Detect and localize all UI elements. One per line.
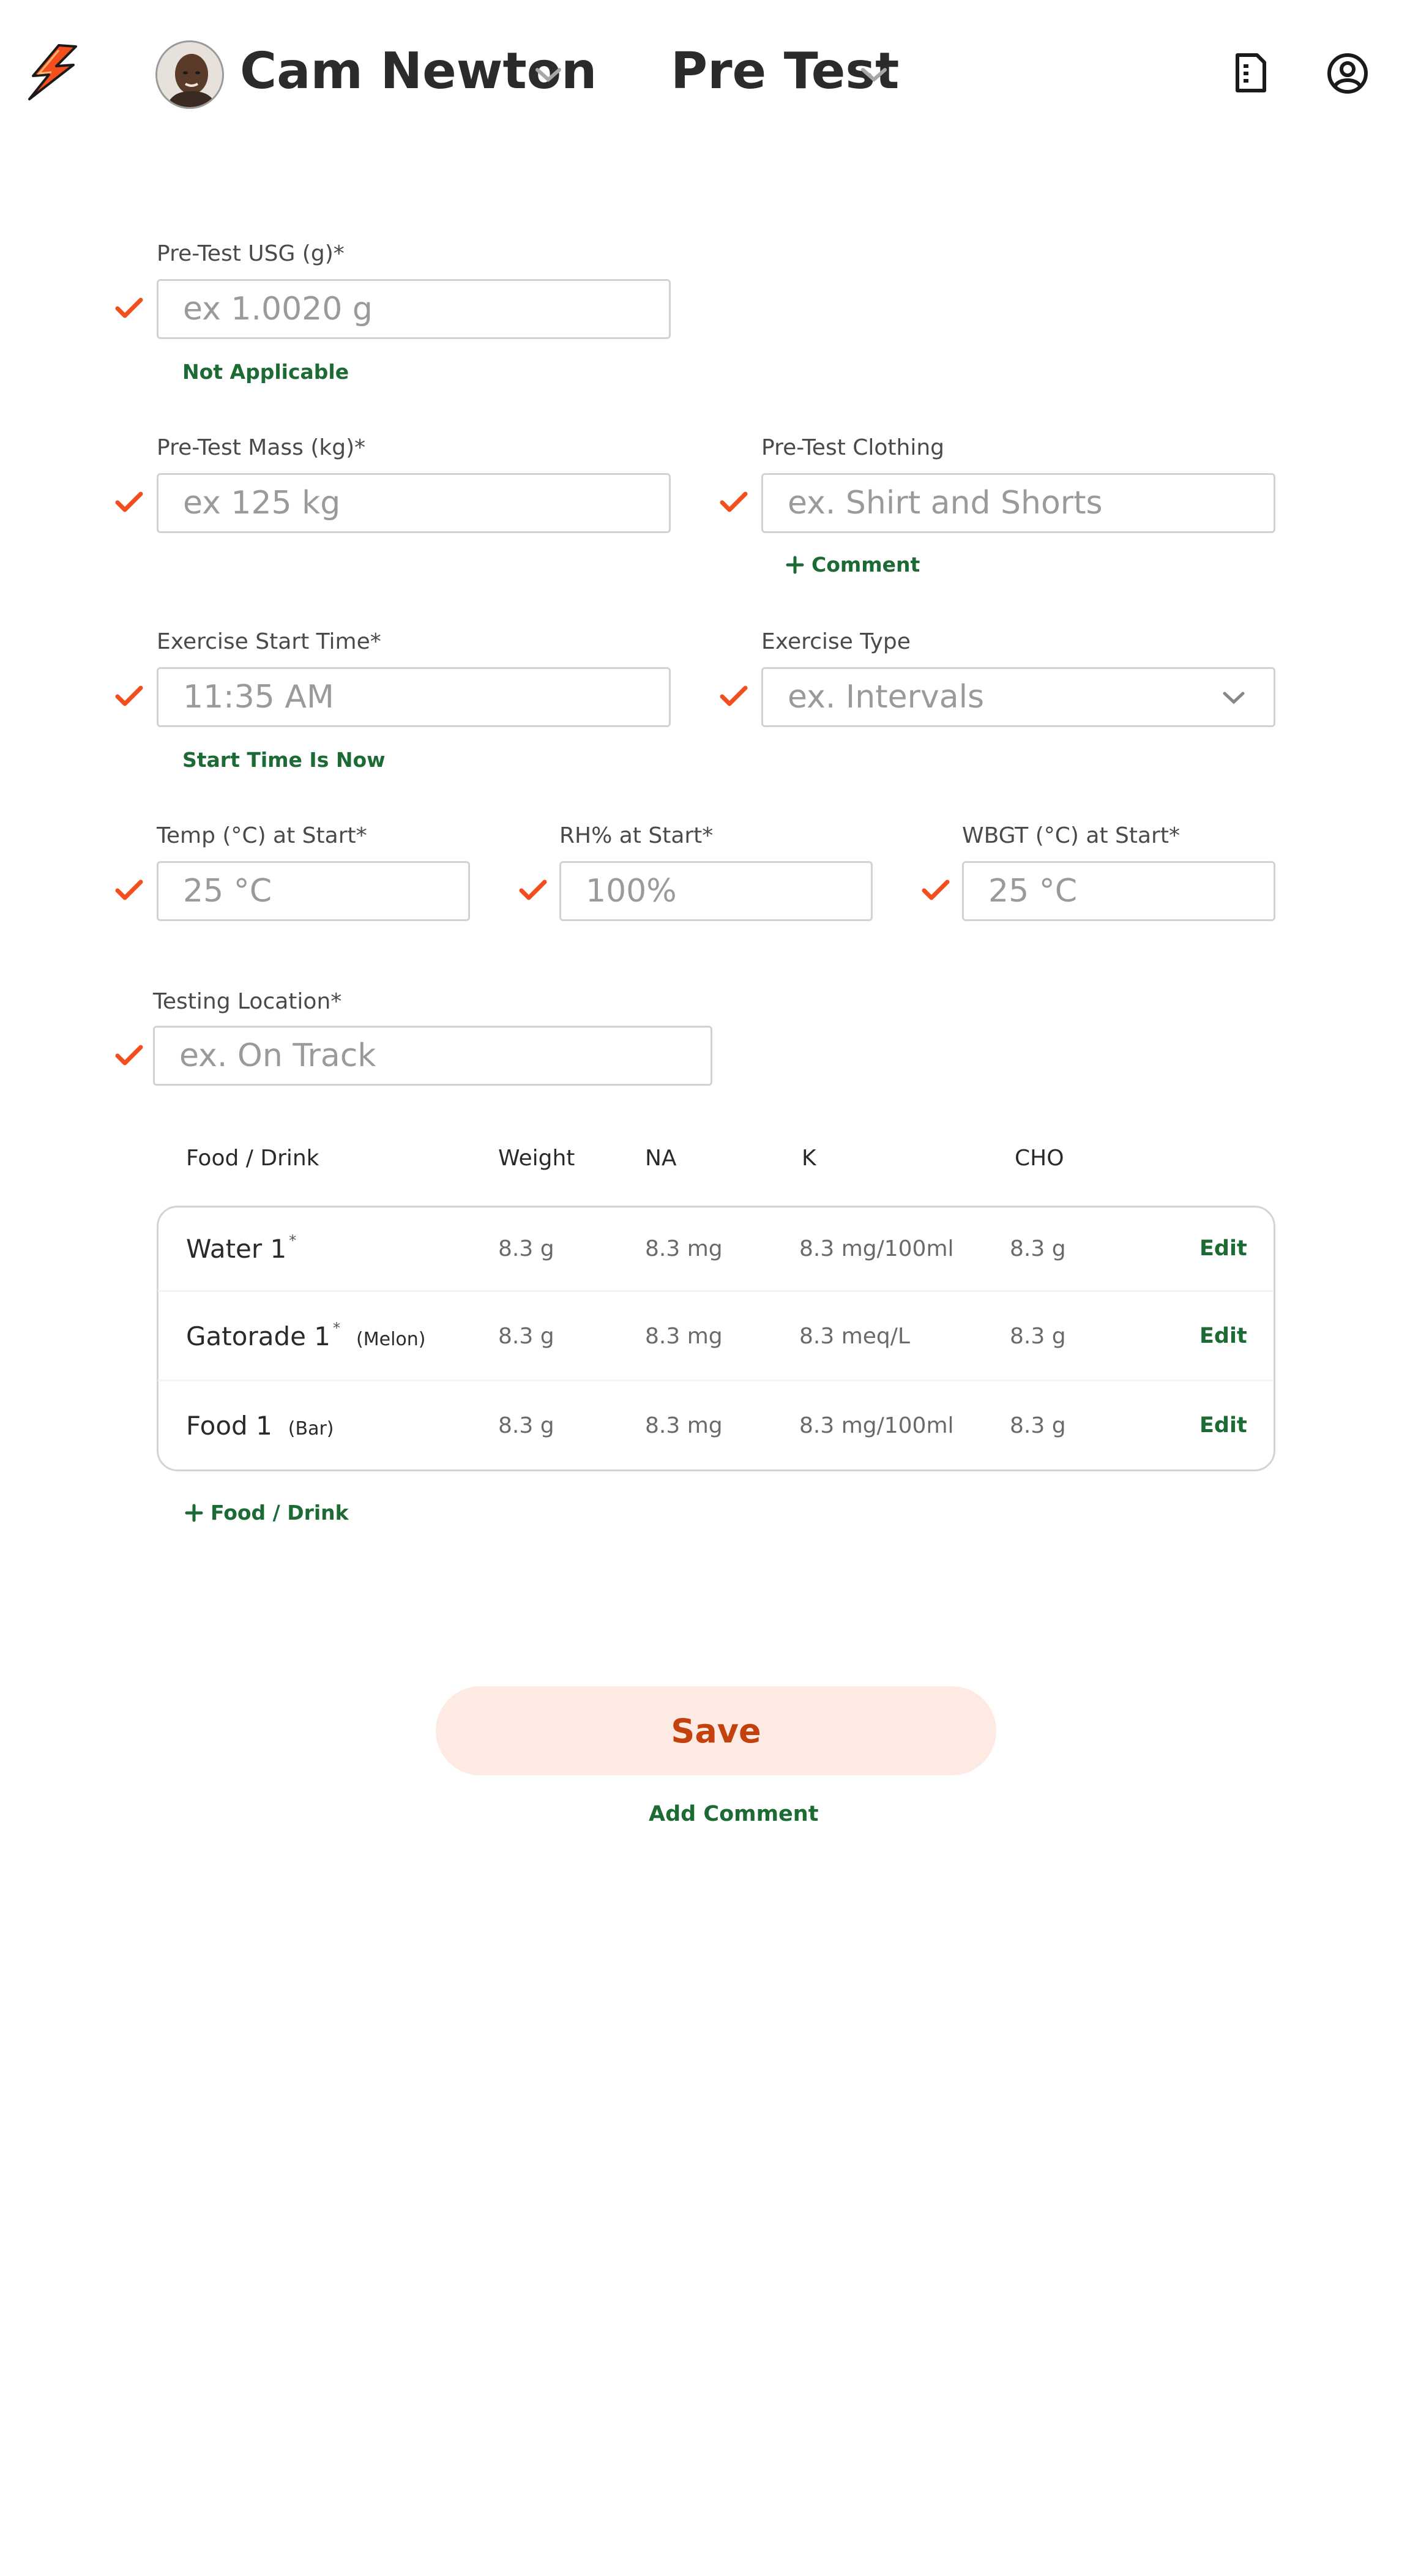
temp-input[interactable]: 25 °C — [157, 861, 470, 921]
exercise-type-label: Exercise Type — [761, 629, 911, 654]
start-time-label: Exercise Start Time* — [157, 629, 381, 654]
mass-label: Pre-Test Mass (kg)* — [157, 435, 366, 460]
checkmark-icon — [519, 879, 547, 900]
plus-icon — [786, 556, 804, 573]
row-weight: 8.3 g — [498, 1413, 554, 1438]
col-cho: CHO — [1015, 1146, 1064, 1171]
gatorade-logo[interactable] — [27, 44, 77, 100]
col-k: K — [802, 1146, 816, 1171]
row-cho: 8.3 g — [1010, 1236, 1066, 1261]
test-type-selector-chevron[interactable] — [859, 65, 889, 87]
chevron-down-icon — [535, 68, 561, 83]
sd-card-icon — [1236, 53, 1266, 92]
save-file-button[interactable] — [1228, 51, 1272, 98]
row-divider — [158, 1290, 1273, 1292]
chevron-down-icon — [861, 68, 887, 83]
col-weight: Weight — [498, 1146, 575, 1171]
edit-row-button[interactable]: Edit — [1199, 1238, 1247, 1260]
wbgt-input[interactable]: 25 °C — [962, 861, 1275, 921]
checkmark-icon — [115, 685, 143, 706]
location-input[interactable]: ex. On Track — [153, 1026, 712, 1086]
start-time-input[interactable]: 11:35 AM — [157, 667, 671, 727]
col-na: NA — [645, 1146, 677, 1171]
exercise-type-select[interactable]: ex. Intervals — [761, 667, 1275, 727]
row-cho: 8.3 g — [1010, 1324, 1066, 1349]
start-time-now-link[interactable]: Start Time Is Now — [182, 750, 386, 770]
row-k: 8.3 mg/100ml — [799, 1413, 954, 1438]
user-circle-icon — [1327, 53, 1368, 94]
row-na: 8.3 mg — [645, 1236, 723, 1261]
add-comment-button[interactable]: Add Comment — [649, 1804, 818, 1825]
usg-input[interactable]: ex 1.0020 g — [157, 279, 671, 339]
row-cho: 8.3 g — [1010, 1413, 1066, 1438]
profile-button[interactable] — [1326, 51, 1370, 98]
edit-row-button[interactable]: Edit — [1199, 1415, 1247, 1436]
clothing-label: Pre-Test Clothing — [761, 435, 945, 460]
athlete-avatar[interactable] — [155, 40, 224, 109]
row-na: 8.3 mg — [645, 1413, 723, 1438]
clothing-input[interactable]: ex. Shirt and Shorts — [761, 473, 1275, 533]
add-comment-link[interactable]: Comment — [786, 554, 920, 575]
rh-label: RH% at Start* — [559, 823, 714, 848]
save-button[interactable]: Save — [436, 1686, 996, 1775]
row-weight: 8.3 g — [498, 1236, 554, 1261]
mass-input[interactable]: ex 125 kg — [157, 473, 671, 533]
row-divider — [158, 1379, 1273, 1381]
athlete-selector-chevron[interactable] — [534, 65, 563, 87]
add-food-drink-link[interactable]: Food / Drink — [185, 1503, 349, 1523]
rh-input[interactable]: 100% — [559, 861, 873, 921]
exercise-type-value: ex. Intervals — [788, 679, 985, 715]
checkmark-icon — [115, 297, 143, 318]
table-row-name: Gatorade 1 *(Melon) — [186, 1320, 426, 1351]
table-row-name: Food 1 (Bar) — [186, 1411, 334, 1441]
not-applicable-link[interactable]: Not Applicable — [182, 362, 349, 382]
edit-row-button[interactable]: Edit — [1199, 1326, 1247, 1347]
row-na: 8.3 mg — [645, 1324, 723, 1349]
checkmark-icon — [720, 491, 748, 512]
checkmark-icon — [115, 1045, 143, 1066]
comment-label: Comment — [811, 553, 920, 577]
table-row-name: Water 1 * — [186, 1232, 297, 1264]
row-weight: 8.3 g — [498, 1324, 554, 1349]
checkmark-icon — [115, 879, 143, 900]
checkmark-icon — [922, 879, 950, 900]
usg-label: Pre-Test USG (g)* — [157, 241, 345, 266]
chevron-down-icon — [1223, 692, 1245, 704]
location-label: Testing Location* — [153, 989, 342, 1014]
row-k: 8.3 mg/100ml — [799, 1236, 954, 1261]
row-k: 8.3 meq/L — [799, 1324, 910, 1349]
col-food-drink: Food / Drink — [186, 1146, 319, 1171]
checkmark-icon — [115, 491, 143, 512]
plus-icon — [185, 1504, 203, 1521]
wbgt-label: WBGT (°C) at Start* — [962, 823, 1180, 848]
checkmark-icon — [720, 685, 748, 706]
add-food-drink-label: Food / Drink — [211, 1501, 349, 1525]
temp-label: Temp (°C) at Start* — [157, 823, 367, 848]
